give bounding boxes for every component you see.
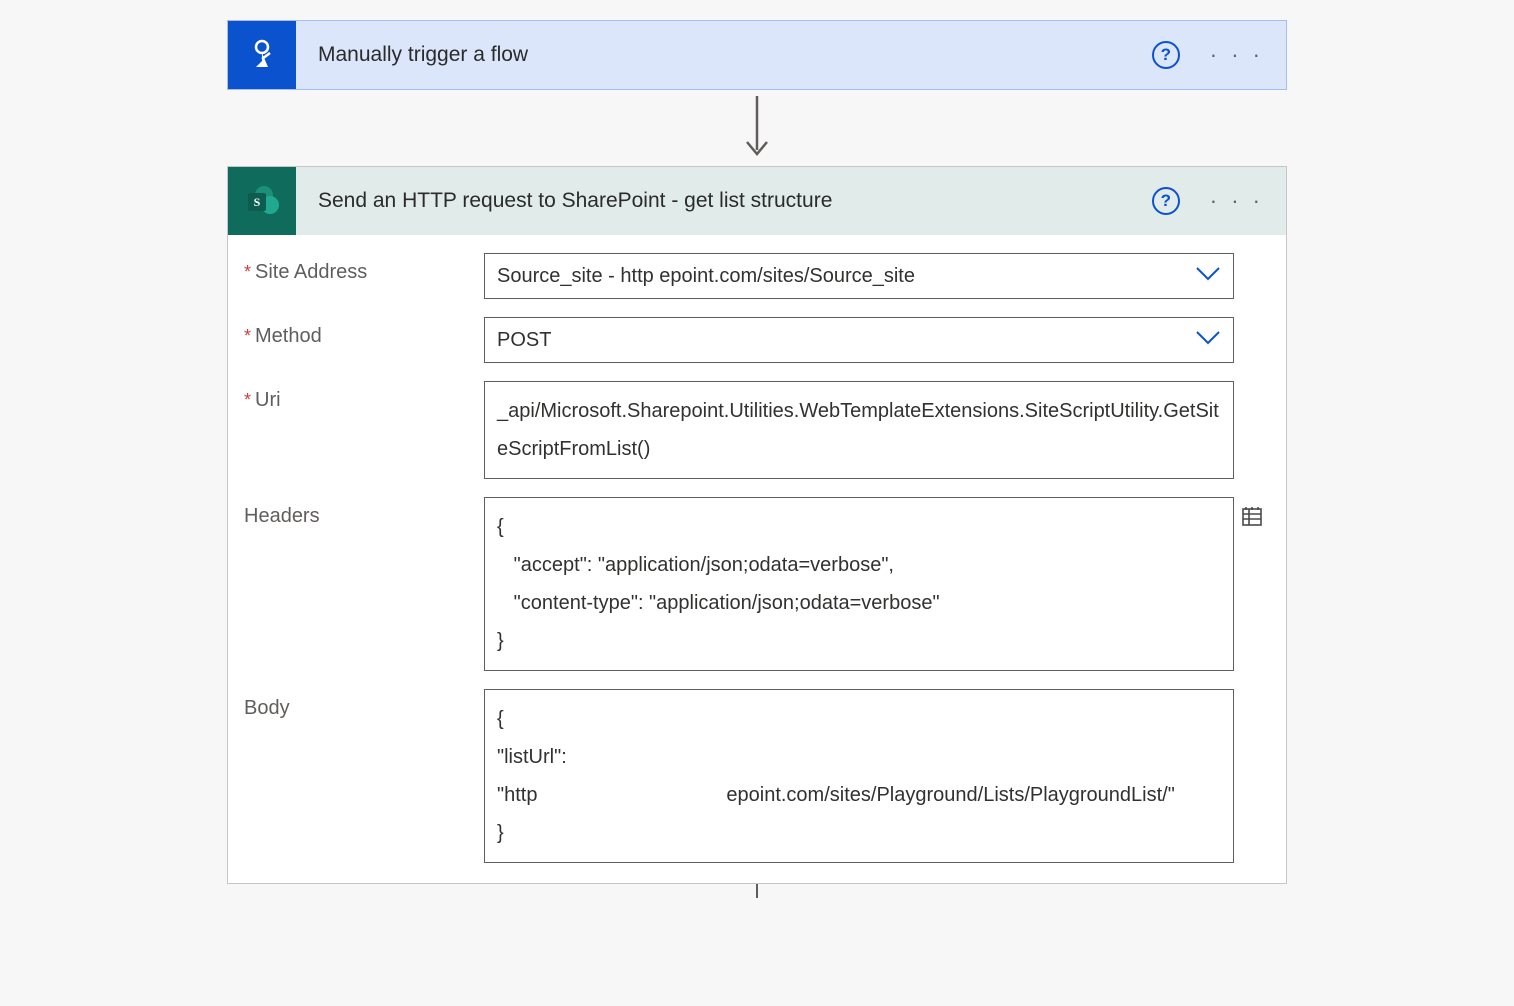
label-method: Method xyxy=(244,317,484,348)
label-body: Body xyxy=(244,689,484,720)
more-icon[interactable]: · · · xyxy=(1206,42,1268,68)
action-card: S Send an HTTP request to SharePoint - g… xyxy=(227,166,1287,884)
action-body: Site Address Source_site - http epoint.c… xyxy=(228,235,1286,883)
label-headers: Headers xyxy=(244,497,484,528)
action-title: Send an HTTP request to SharePoint - get… xyxy=(296,189,1152,213)
label-uri: Uri xyxy=(244,381,484,412)
flow-arrow xyxy=(227,90,1287,166)
more-icon[interactable]: · · · xyxy=(1206,188,1268,214)
action-header[interactable]: S Send an HTTP request to SharePoint - g… xyxy=(228,167,1286,235)
method-value: POST xyxy=(497,329,1195,352)
svg-text:S: S xyxy=(254,195,261,209)
label-site-address: Site Address xyxy=(244,253,484,284)
row-method: Method POST xyxy=(244,317,1270,363)
headers-input[interactable]: { "accept": "application/json;odata=verb… xyxy=(484,497,1234,671)
chevron-down-icon xyxy=(1195,329,1221,352)
trigger-card[interactable]: Manually trigger a flow ? · · · xyxy=(227,20,1287,90)
uri-input[interactable]: _api/Microsoft.Sharepoint.Utilities.WebT… xyxy=(484,381,1234,479)
switch-mode-icon[interactable] xyxy=(1234,497,1270,533)
connector-stub xyxy=(227,884,1287,898)
manual-trigger-icon xyxy=(228,21,296,89)
trigger-header[interactable]: Manually trigger a flow ? · · · xyxy=(228,21,1286,89)
row-body: Body { "listUrl": "http epoint.com/sites… xyxy=(244,689,1270,863)
row-site-address: Site Address Source_site - http epoint.c… xyxy=(244,253,1270,299)
help-icon[interactable]: ? xyxy=(1152,41,1180,69)
row-uri: Uri _api/Microsoft.Sharepoint.Utilities.… xyxy=(244,381,1270,479)
trigger-title: Manually trigger a flow xyxy=(296,43,1152,67)
body-input[interactable]: { "listUrl": "http epoint.com/sites/Play… xyxy=(484,689,1234,863)
chevron-down-icon xyxy=(1195,265,1221,288)
help-icon[interactable]: ? xyxy=(1152,187,1180,215)
site-address-select[interactable]: Source_site - http epoint.com/sites/Sour… xyxy=(484,253,1234,299)
row-headers: Headers { "accept": "application/json;od… xyxy=(244,497,1270,671)
sharepoint-icon: S xyxy=(228,167,296,235)
site-address-value: Source_site - http epoint.com/sites/Sour… xyxy=(497,265,1195,288)
method-select[interactable]: POST xyxy=(484,317,1234,363)
